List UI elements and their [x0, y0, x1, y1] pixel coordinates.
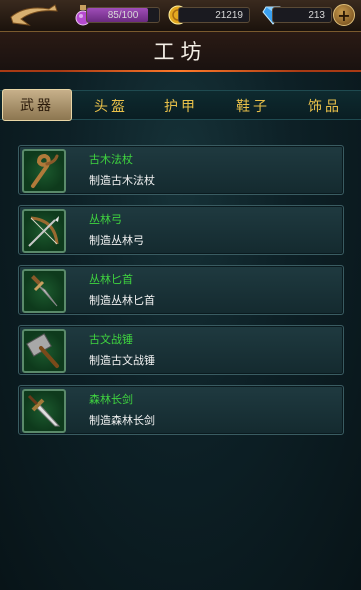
list-item-dagger[interactable]: 丛林匕首 制造丛林匕首 — [18, 265, 344, 315]
tab-accessories[interactable]: 饰品 — [294, 91, 356, 121]
energy-value: 85/100 — [107, 9, 139, 21]
bow-icon — [28, 216, 59, 247]
gold-counter: 21219 — [178, 7, 250, 23]
item-icon-frame — [22, 149, 66, 193]
item-name: 森林长剑 — [89, 393, 133, 406]
energy-bar: 85/100 — [86, 7, 160, 23]
add-gems-button[interactable]: + — [333, 4, 355, 26]
item-description: 制造丛林弓 — [89, 234, 144, 247]
item-name: 丛林弓 — [89, 213, 122, 226]
tab-armor[interactable]: 护甲 — [150, 91, 212, 121]
workshop-screen: 85/100 21219 213 + 工坊 武器 头盔 护甲 鞋子 饰品 古木法… — [0, 0, 361, 590]
title-bar: 工坊 — [0, 32, 361, 72]
item-description: 制造森林长剑 — [89, 414, 155, 427]
list-item-warhammer[interactable]: 古文战锤 制造古文战锤 — [18, 325, 344, 375]
list-item-longsword[interactable]: 森林长剑 制造森林长剑 — [18, 385, 344, 435]
back-button[interactable] — [4, 2, 62, 32]
item-icon-frame — [22, 329, 66, 373]
tab-weapons[interactable]: 武器 — [2, 89, 72, 121]
list-item-bow[interactable]: 丛林弓 制造丛林弓 — [18, 205, 344, 255]
item-description: 制造丛林匕首 — [89, 294, 155, 307]
item-name: 丛林匕首 — [89, 273, 133, 286]
gem-counter: 213 — [272, 7, 332, 23]
staff-icon — [31, 153, 59, 188]
item-name: 古文战锤 — [89, 333, 133, 346]
item-icon-frame — [22, 269, 66, 313]
page-title: 工坊 — [153, 40, 208, 64]
item-name: 古木法杖 — [89, 153, 133, 166]
warhammer-icon — [26, 333, 59, 368]
dagger-icon — [31, 275, 58, 307]
plus-icon: + — [337, 5, 351, 25]
gem-value: 213 — [308, 9, 325, 21]
item-icon-frame — [22, 389, 66, 433]
tab-helmets[interactable]: 头盔 — [80, 91, 142, 121]
item-icon-frame — [22, 209, 66, 253]
category-tabs: 武器 头盔 护甲 鞋子 饰品 — [0, 89, 361, 121]
back-arrow-icon — [10, 4, 58, 26]
item-description: 制造古文战锤 — [89, 354, 155, 367]
item-description: 制造古木法杖 — [89, 174, 155, 187]
gold-value: 21219 — [215, 9, 243, 21]
list-item-staff[interactable]: 古木法杖 制造古木法杖 — [18, 145, 344, 195]
tab-shoes[interactable]: 鞋子 — [222, 91, 284, 121]
top-bar: 85/100 21219 213 + — [0, 0, 361, 32]
longsword-icon — [27, 394, 61, 427]
